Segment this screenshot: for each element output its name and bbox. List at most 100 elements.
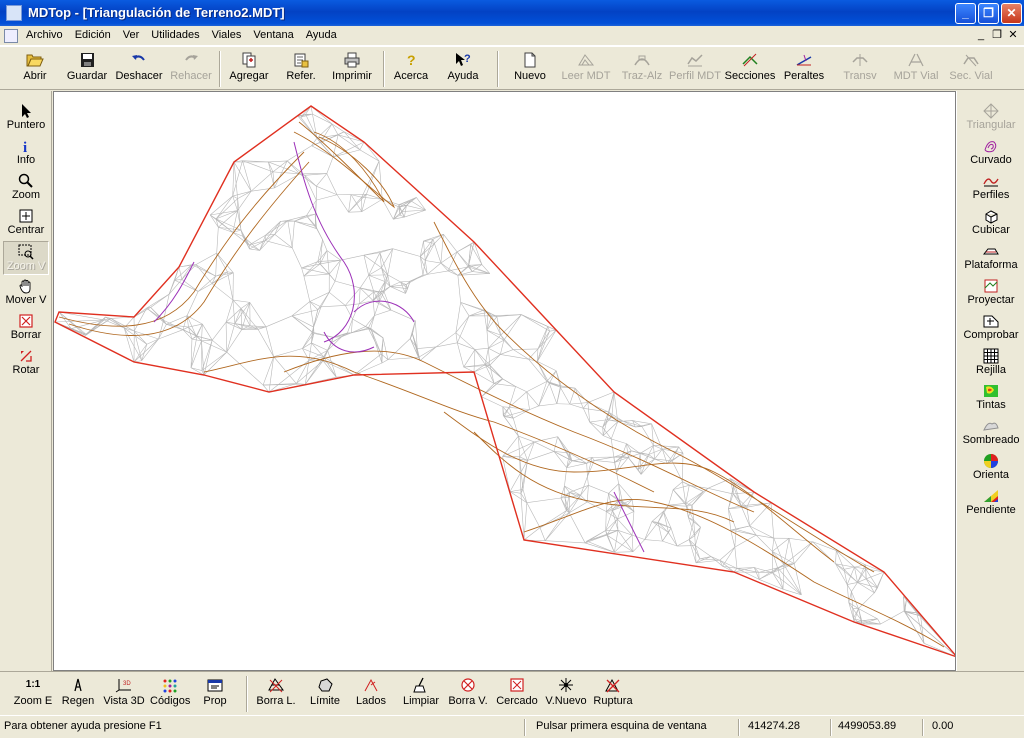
- properties-button[interactable]: Prop: [200, 675, 230, 713]
- new-label: Nuevo: [514, 70, 546, 82]
- boundary-button[interactable]: Límite: [308, 675, 342, 713]
- new-button[interactable]: Nuevo: [510, 50, 550, 88]
- mdi-minimize-button[interactable]: _: [974, 29, 988, 43]
- shading-button[interactable]: Sombreado: [959, 416, 1023, 450]
- platform-button[interactable]: Plataforma: [959, 241, 1023, 275]
- mesh-edge: [668, 489, 674, 506]
- zoom-button[interactable]: Zoom: [3, 171, 49, 205]
- slope-button[interactable]: Pendiente: [959, 486, 1023, 520]
- menu-archivo[interactable]: Archivo: [26, 29, 69, 41]
- reference-button[interactable]: Refer.: [282, 50, 320, 88]
- sides-button[interactable]: Lados: [354, 675, 388, 713]
- pointer-button[interactable]: Puntero: [3, 101, 49, 135]
- mesh-edge: [474, 349, 486, 365]
- mesh-edge: [569, 403, 584, 409]
- grid-button[interactable]: Rejilla: [959, 346, 1023, 380]
- erase-lines-icon: [268, 678, 284, 693]
- document-icon[interactable]: [4, 29, 18, 43]
- mesh-edge: [846, 567, 855, 585]
- tints-button[interactable]: Tintas: [959, 381, 1023, 415]
- mesh-edge: [685, 485, 690, 504]
- mesh-edge: [195, 252, 217, 265]
- menu-utilidades[interactable]: Utilidades: [151, 29, 205, 41]
- menu-viales[interactable]: Viales: [212, 29, 248, 41]
- app-icon[interactable]: [6, 5, 22, 21]
- mesh-edge: [237, 190, 252, 199]
- triangulation-mesh: [54, 105, 955, 657]
- terrain-triangulation[interactable]: [54, 92, 956, 671]
- volume-button[interactable]: Cubicar: [959, 206, 1023, 240]
- profiles-button[interactable]: Perfiles: [959, 171, 1023, 205]
- erase-lines-button[interactable]: Borra L.: [254, 675, 298, 713]
- orientation-button[interactable]: Orienta: [959, 451, 1023, 485]
- rotate-button[interactable]: Rotar: [3, 346, 49, 380]
- superelevation-button[interactable]: Peraltes: [782, 50, 826, 88]
- about-button[interactable]: ? Acerca: [390, 50, 432, 88]
- regen-button[interactable]: Regen: [60, 675, 96, 713]
- save-button[interactable]: Guardar: [62, 50, 112, 88]
- mesh-edge: [141, 344, 148, 361]
- mesh-edge: [770, 502, 775, 539]
- zoom-window-button[interactable]: Zoom V: [3, 241, 49, 275]
- mesh-edge: [273, 348, 303, 357]
- minimize-button[interactable]: _: [955, 3, 976, 24]
- pan-button[interactable]: Mover V: [3, 276, 49, 310]
- zoom-extents-button[interactable]: 1:1 Zoom E: [12, 675, 54, 713]
- maximize-button[interactable]: ❐: [978, 3, 999, 24]
- contour-button[interactable]: Curvado: [959, 136, 1023, 170]
- undo-button[interactable]: Deshacer: [114, 50, 164, 88]
- traz-alz-button[interactable]: Traz-Alz: [618, 50, 666, 88]
- mesh-edge: [569, 501, 588, 514]
- menu-edicion[interactable]: Edición: [75, 29, 117, 41]
- mesh-edge: [587, 476, 589, 486]
- menu-ayuda[interactable]: Ayuda: [306, 29, 343, 41]
- read-mdt-button[interactable]: Leer MDT: [560, 50, 612, 88]
- drawing-canvas[interactable]: [53, 91, 956, 671]
- mesh-edge: [489, 354, 501, 366]
- mesh-edge: [526, 497, 561, 504]
- project-button[interactable]: Proyectar: [959, 276, 1023, 310]
- perfil-mdt-button[interactable]: Perfil MDT: [668, 50, 722, 88]
- close-button[interactable]: ✕: [1001, 3, 1022, 24]
- view-3d-button[interactable]: 3D Vista 3D: [102, 675, 146, 713]
- clean-button[interactable]: Limpiar: [402, 675, 440, 713]
- triangulate-label: Triangular: [966, 119, 1016, 131]
- mesh-edge: [699, 556, 712, 560]
- mesh-edge: [302, 348, 324, 358]
- check-button[interactable]: Comprobar: [959, 311, 1023, 345]
- erase-button[interactable]: Borrar: [3, 311, 49, 345]
- mesh-edge: [719, 546, 736, 561]
- mesh-edge: [216, 252, 234, 273]
- mesh-edge: [348, 194, 367, 213]
- info-button[interactable]: i Info: [3, 136, 49, 170]
- info-label: Info: [16, 154, 36, 166]
- status-z-coordinate: 0.00: [932, 720, 954, 732]
- print-button[interactable]: Imprimir: [330, 50, 374, 88]
- project-icon: [984, 279, 998, 293]
- mesh-edge: [309, 301, 314, 328]
- menu-ventana[interactable]: Ventana: [253, 29, 299, 41]
- erase-vertex-button[interactable]: Borra V.: [446, 675, 490, 713]
- menu-ver[interactable]: Ver: [123, 29, 146, 41]
- codes-button[interactable]: Códigos: [150, 675, 190, 713]
- check-label: Comprobar: [963, 329, 1019, 341]
- add-button[interactable]: Agregar: [226, 50, 272, 88]
- fence-button[interactable]: Cercado: [494, 675, 540, 713]
- mdi-restore-button[interactable]: ❐: [990, 29, 1004, 43]
- center-button[interactable]: Centrar: [3, 206, 49, 240]
- triangulate-button[interactable]: Triangular: [959, 101, 1023, 135]
- mdt-vial-button[interactable]: MDT Vial: [892, 50, 940, 88]
- breakline-button[interactable]: Ruptura: [590, 675, 636, 713]
- mesh-edge: [351, 328, 371, 334]
- fence-label: Cercado: [496, 695, 538, 707]
- status-separator: [922, 719, 924, 736]
- transv-button[interactable]: Transv: [840, 50, 880, 88]
- help-button[interactable]: ? Ayuda: [444, 50, 482, 88]
- redo-button[interactable]: Rehacer: [168, 50, 214, 88]
- mdi-close-button[interactable]: ✕: [1006, 29, 1020, 43]
- mesh-edge: [594, 460, 615, 463]
- new-vertex-button[interactable]: V.Nuevo: [542, 675, 590, 713]
- sections-button[interactable]: Secciones: [724, 50, 776, 88]
- open-button[interactable]: Abrir: [14, 50, 56, 88]
- sec-vial-button[interactable]: Sec. Vial: [948, 50, 994, 88]
